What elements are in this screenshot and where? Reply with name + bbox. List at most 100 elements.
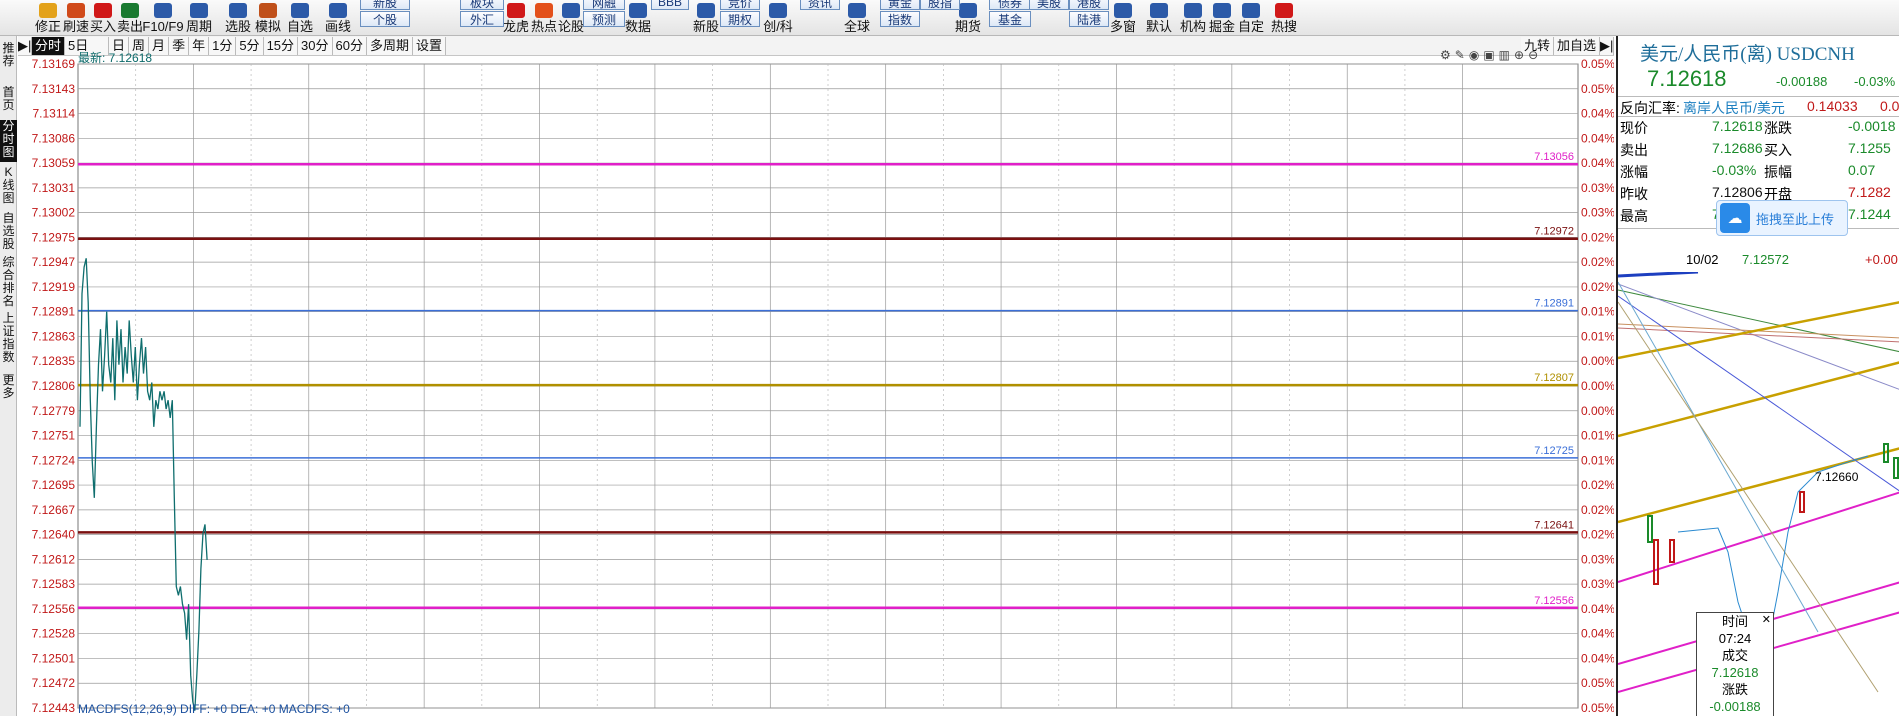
divider: [1618, 96, 1899, 97]
mini-candle: [1669, 539, 1675, 563]
leftnav-item[interactable]: 分时图: [0, 120, 17, 162]
pct-tick-label: 0.02%: [1581, 478, 1614, 492]
toolbar-custom-button[interactable]: 自定: [1233, 0, 1269, 35]
y-tick-label: 7.12806: [32, 379, 76, 393]
toolbar-label: 新股: [692, 19, 719, 34]
reverse-rate-name[interactable]: 离岸人民币/美元: [1683, 98, 1785, 118]
toolbar-hot-search-button[interactable]: 热搜: [1266, 0, 1302, 35]
close-icon[interactable]: ✕: [1762, 612, 1771, 629]
toolbar-chuang-button[interactable]: 创/科: [760, 0, 796, 35]
discuss-icon: [562, 3, 580, 18]
y-tick-label: 7.12472: [32, 676, 76, 690]
hammer-icon: [259, 3, 277, 18]
pct-tick-label: 0.02%: [1581, 528, 1614, 542]
mini-annotation: 7.12660: [1815, 470, 1859, 484]
period-tab[interactable]: 60分: [332, 36, 367, 55]
toolbar-globe-button[interactable]: 全球: [839, 0, 875, 35]
period-right-tab[interactable]: 加自选: [1553, 36, 1600, 55]
expand-right-button[interactable]: ▶|: [1600, 36, 1614, 55]
price-series-line[interactable]: [79, 258, 208, 711]
period-tab[interactable]: 1分: [209, 36, 237, 55]
pct-tick-label: 0.02%: [1581, 280, 1614, 294]
toolbar-pill[interactable]: 基金: [989, 11, 1031, 27]
price-chart-svg[interactable]: 7.13169 0.05% 7.13143 0.05% 7.13114 0.04% 7.13…: [18, 56, 1614, 716]
toolbar-new-stock-button[interactable]: 新股: [688, 0, 724, 35]
period-tab[interactable]: 30分: [298, 36, 333, 55]
quote-value: 7.1255: [1848, 140, 1891, 156]
toolbar-pill[interactable]: 板块: [460, 0, 504, 10]
toolbar-label: 期货: [954, 19, 981, 34]
mini-trend-line: [1618, 491, 1899, 583]
toolbar-pill[interactable]: 网融: [583, 0, 625, 10]
toolbar-label: 机构: [1179, 19, 1206, 34]
period-bar: ▶| 分时 5日日周月季年 1分 5分 15分 30分 60分 多周期 设置 九转 加自选 ▶|: [18, 36, 1614, 56]
period-tab[interactable]: 15分: [263, 36, 299, 55]
leftnav-item[interactable]: 首页: [0, 86, 17, 114]
toolbar-pen-button[interactable]: 画线: [320, 0, 356, 35]
toolbar-pill[interactable]: 港股: [1069, 0, 1109, 10]
leftnav-item[interactable]: 自选股: [0, 212, 17, 252]
toolbar-pill[interactable]: 期权: [720, 11, 760, 27]
quote-value: 7.1244: [1848, 206, 1891, 222]
period-tab[interactable]: 年: [189, 36, 210, 55]
pct-tick-label: 0.04%: [1581, 131, 1614, 145]
toolbar-pill[interactable]: 股指: [920, 0, 960, 10]
toolbar-pill[interactable]: 个股: [360, 11, 410, 27]
collapse-left-button[interactable]: ▶|: [18, 36, 32, 55]
period-tab[interactable]: 季: [169, 36, 190, 55]
toolbar-pill[interactable]: 黄金: [880, 0, 920, 10]
quote-value: 7.12618: [1712, 118, 1763, 134]
toolbar-clock-button[interactable]: 周期: [181, 0, 217, 35]
pct-tick-label: 0.03%: [1581, 206, 1614, 220]
y-tick-label: 7.12443: [32, 701, 76, 715]
toolbar-pill[interactable]: 资讯: [800, 0, 840, 10]
quote-value: -0.0018: [1848, 118, 1896, 134]
leftnav-item[interactable]: 综合排名: [0, 256, 17, 308]
period-tab[interactable]: 分时: [32, 36, 66, 55]
level-label: 7.12807: [1534, 372, 1574, 384]
quote-key: 卖出: [1620, 142, 1648, 158]
toolbar-pill[interactable]: 美股: [1029, 0, 1069, 10]
buy-icon: [94, 3, 112, 18]
mini-trend-line: [1618, 272, 1699, 278]
period-tab[interactable]: 多周期: [366, 36, 413, 55]
toolbar-default-button[interactable]: 默认: [1141, 0, 1177, 35]
toolbar-star-button[interactable]: 自选: [282, 0, 318, 35]
toolbar-pill[interactable]: BBB: [651, 0, 689, 10]
toolbar-pill[interactable]: 指数: [880, 11, 920, 27]
toolbar-multi-window-button[interactable]: 多窗: [1105, 0, 1141, 35]
period-tab[interactable]: 5分: [236, 36, 264, 55]
pct-tick-label: 0.03%: [1581, 577, 1614, 591]
toolbar-pill[interactable]: 预测: [583, 11, 625, 27]
toolbar-pill[interactable]: 陆港: [1069, 11, 1109, 27]
y-tick-label: 7.13114: [33, 107, 76, 121]
toolbar-pill[interactable]: 债券: [989, 0, 1031, 10]
price-change: -0.00188: [1776, 74, 1828, 89]
leftnav-item[interactable]: K线图: [0, 166, 17, 206]
stock-pick-icon: [229, 3, 247, 18]
leftnav-item[interactable]: 上证指数: [0, 312, 17, 368]
toolbar-pill[interactable]: 竞价: [720, 0, 760, 10]
upload-drop-zone[interactable]: ☁ 拖拽至此上传: [1716, 200, 1848, 236]
toolbar-label: 卖出: [116, 19, 143, 34]
leftnav-item[interactable]: 推荐: [0, 42, 17, 70]
mini-candle: [1893, 457, 1899, 479]
multi-window-icon: [1114, 3, 1132, 18]
refresh-icon: [39, 3, 57, 18]
dragon-icon: [507, 3, 525, 18]
pct-tick-label: 0.02%: [1581, 255, 1614, 269]
toolbar-pill[interactable]: 新股: [360, 0, 410, 10]
toolbar-pill[interactable]: 外汇: [460, 11, 504, 27]
period-tab[interactable]: 月: [149, 36, 170, 55]
tooltip-change-label: 涨跌: [1721, 682, 1748, 697]
y-tick-label: 7.12975: [32, 230, 76, 244]
pct-tick-label: 0.05%: [1581, 676, 1614, 690]
toolbar-f10-button[interactable]: F10/F9: [142, 0, 184, 35]
pct-tick-label: 0.01%: [1581, 453, 1614, 467]
pct-tick-label: 0.01%: [1581, 429, 1614, 443]
leftnav-item[interactable]: 更多: [0, 374, 17, 402]
tooltip-time: 07:24: [1718, 631, 1752, 646]
toolbar-hammer-button[interactable]: 模拟: [250, 0, 286, 35]
new-stock-icon: [697, 3, 715, 18]
period-tab[interactable]: 设置: [412, 36, 446, 55]
